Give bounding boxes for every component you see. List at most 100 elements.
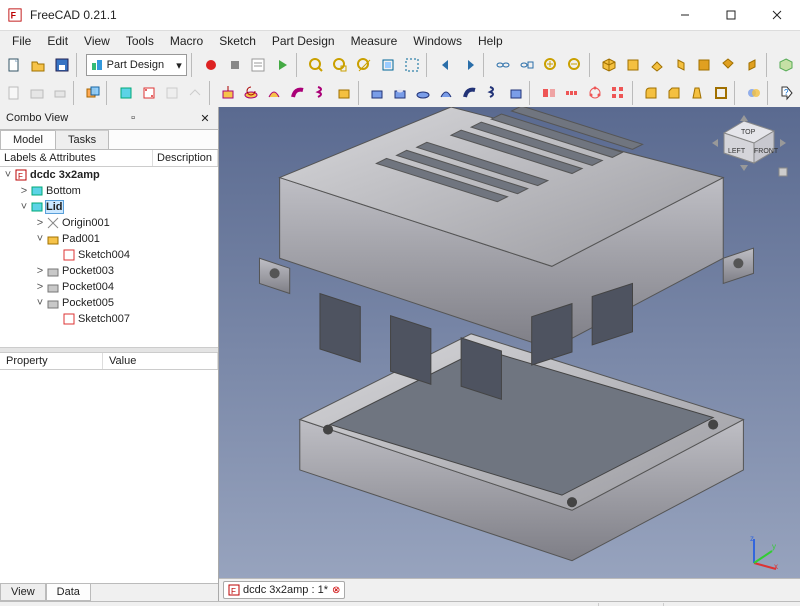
zoom-selection-button[interactable] [353,52,375,78]
menu-file[interactable]: File [4,32,39,50]
groove-button[interactable] [413,80,434,106]
macro-play-button[interactable] [271,52,293,78]
tree-expander[interactable]: > [34,281,46,293]
panel-close-button[interactable]: ✕ [198,111,212,125]
create-body-button[interactable] [115,80,136,106]
map-sketch-button[interactable] [185,80,206,106]
macro-stop-button[interactable] [224,52,246,78]
tab-view[interactable]: View [0,584,46,601]
whats-this-button[interactable]: ? [776,80,797,106]
col-description[interactable]: Description [153,150,218,166]
view-left-button[interactable] [741,52,763,78]
panel-float-button[interactable]: ▫ [126,111,140,125]
view-bottom-button[interactable] [717,52,739,78]
tree-expander[interactable]: > [34,265,46,277]
nav-forward-button[interactable] [459,52,481,78]
tree-expander[interactable]: ˅ [34,233,46,245]
file-export-button[interactable] [3,80,24,106]
create-sketch-button[interactable] [138,80,159,106]
menu-windows[interactable]: Windows [405,32,470,50]
tree-item[interactable]: ˅Pocket005 [0,295,218,311]
macro-record-button[interactable] [200,52,222,78]
polar-pattern-button[interactable] [585,80,606,106]
tab-data[interactable]: Data [46,584,91,601]
bbox-button[interactable] [401,52,423,78]
boolean-button[interactable] [743,80,764,106]
tree-item[interactable]: >Pocket004 [0,279,218,295]
tree-expander[interactable]: > [34,217,46,229]
menu-sketch[interactable]: Sketch [211,32,264,50]
zoom-in-button[interactable] [540,52,562,78]
fillet-button[interactable] [641,80,662,106]
loft-button[interactable] [264,80,285,106]
document-tab-close[interactable]: ⊗ [332,585,340,596]
measure-button[interactable] [775,52,797,78]
save-button[interactable] [51,52,73,78]
menu-view[interactable]: View [76,32,118,50]
planes-button[interactable] [82,80,103,106]
col-value[interactable]: Value [103,353,218,369]
zoom-fit-button[interactable] [305,52,327,78]
tree-item[interactable]: Sketch007 [0,311,218,327]
link-sub-button[interactable] [516,52,538,78]
navigation-cube[interactable]: TOP LEFT FRONT [694,113,794,213]
subloft-button[interactable] [436,80,457,106]
additive-prim-button[interactable] [333,80,354,106]
view-rear-button[interactable] [694,52,716,78]
chamfer-button[interactable] [664,80,685,106]
link-make-button[interactable] [492,52,514,78]
menu-measure[interactable]: Measure [343,32,406,50]
tree-item[interactable]: >Pocket003 [0,263,218,279]
menu-tools[interactable]: Tools [118,32,162,50]
pocket-button[interactable] [366,80,387,106]
menu-help[interactable]: Help [470,32,511,50]
macro-edit-button[interactable] [248,52,270,78]
document-tab[interactable]: F dcdc 3x2amp : 1* ⊗ [223,581,345,599]
tree-item[interactable]: ˅Lid [0,199,218,215]
tab-model[interactable]: Model [0,130,56,149]
linear-pattern-button[interactable] [561,80,582,106]
hole-button[interactable] [389,80,410,106]
thickness-button[interactable] [710,80,731,106]
tree-expander[interactable]: ˅ [18,201,30,213]
subsweep-button[interactable] [459,80,480,106]
tree-item[interactable]: >Bottom [0,183,218,199]
draft-button[interactable] [687,80,708,106]
tree-item[interactable]: ˅Pad001 [0,231,218,247]
menu-part-design[interactable]: Part Design [264,32,343,50]
mirror-button[interactable] [538,80,559,106]
tree-expander[interactable]: > [18,185,30,197]
tree-item[interactable]: Sketch004 [0,247,218,263]
new-file-button[interactable] [3,52,25,78]
view-iso-button[interactable] [598,52,620,78]
3d-viewport[interactable]: TOP LEFT FRONT x z y F dcdc 3x2amp : 1* [219,107,800,601]
multitransform-button[interactable] [608,80,629,106]
tab-tasks[interactable]: Tasks [55,130,109,149]
model-tree[interactable]: ˅Fdcdc 3x2amp>Bottom˅Lid>Origin001˅Pad00… [0,167,218,347]
menu-edit[interactable]: Edit [39,32,76,50]
menu-macro[interactable]: Macro [162,32,211,50]
close-button[interactable] [754,0,800,30]
open-file-button[interactable] [27,52,49,78]
maximize-button[interactable] [708,0,754,30]
print-button[interactable] [49,80,70,106]
view-top-button[interactable] [646,52,668,78]
edit-sketch-button[interactable] [162,80,183,106]
tree-expander[interactable]: ˅ [34,297,46,309]
subhelix-button[interactable] [482,80,503,106]
drawstyle-button[interactable] [377,52,399,78]
zoom-out-button[interactable] [564,52,586,78]
tree-item[interactable]: ˅Fdcdc 3x2amp [0,167,218,183]
col-property[interactable]: Property [0,353,103,369]
col-labels[interactable]: Labels & Attributes [0,150,153,166]
view-front-button[interactable] [622,52,644,78]
helix-button[interactable] [310,80,331,106]
subtractive-prim-button[interactable] [505,80,526,106]
pad-button[interactable] [218,80,239,106]
revolve-button[interactable] [241,80,262,106]
sweep-button[interactable] [287,80,308,106]
folder-button[interactable] [26,80,47,106]
tree-expander[interactable]: ˅ [2,169,14,181]
minimize-button[interactable] [662,0,708,30]
tree-item[interactable]: >Origin001 [0,215,218,231]
